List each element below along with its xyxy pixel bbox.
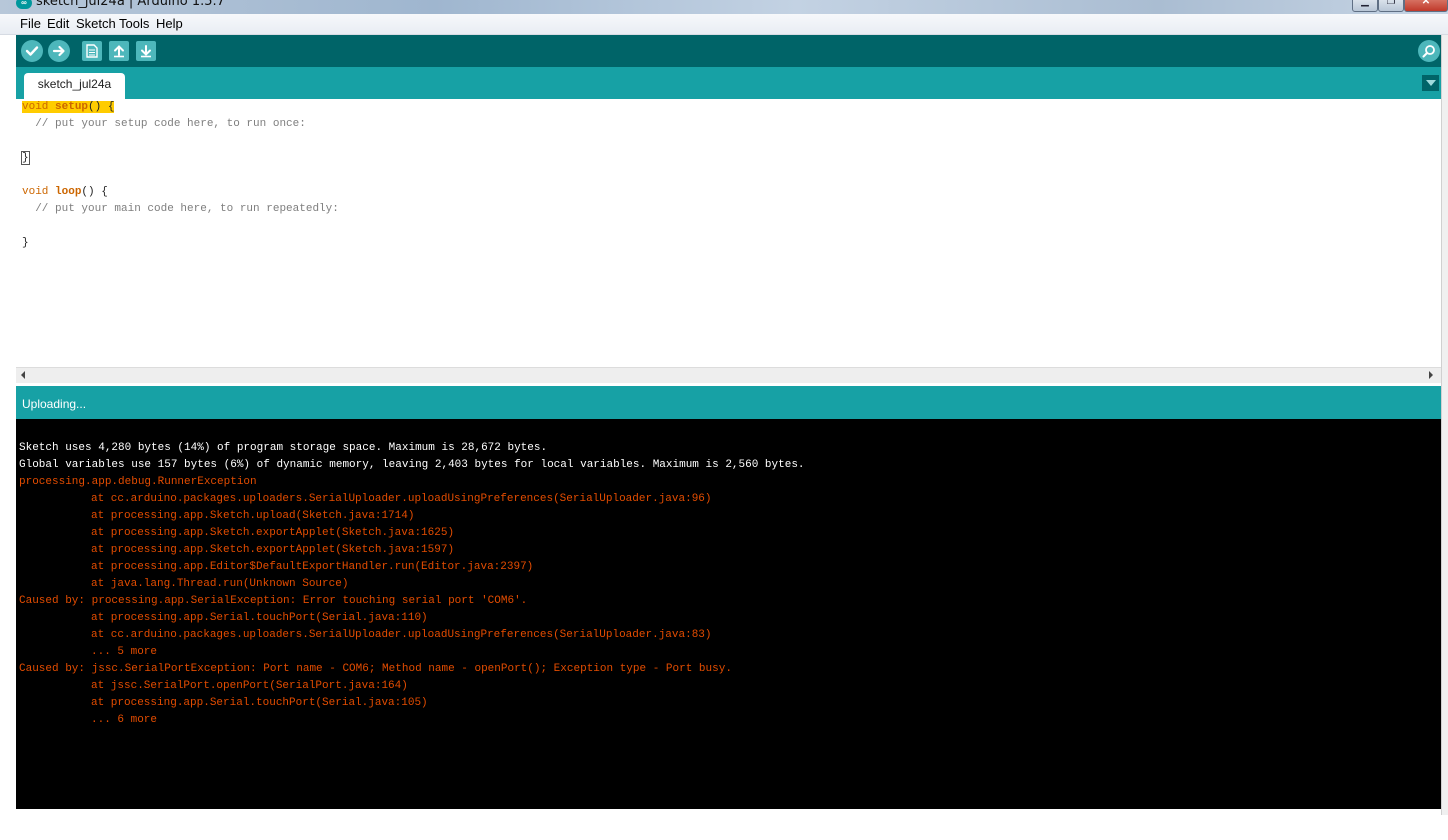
maximize-button[interactable]: ❐ xyxy=(1378,0,1404,12)
code-text: () { xyxy=(88,101,115,113)
triangle-down-icon xyxy=(1425,80,1436,86)
code-comment: // put your main code here, to run repea… xyxy=(22,203,339,215)
menu-help[interactable]: Help xyxy=(156,16,183,31)
console-line: at cc.arduino.packages.uploaders.SerialU… xyxy=(91,493,712,505)
console-line: processing.app.debug.RunnerException xyxy=(19,476,257,488)
upload-button[interactable] xyxy=(48,40,70,62)
status-bar: Uploading... xyxy=(16,386,1441,419)
console-line: at jssc.SerialPort.openPort(SerialPort.j… xyxy=(91,680,408,692)
code-line: } xyxy=(21,150,30,167)
menu-edit[interactable]: Edit xyxy=(47,16,69,31)
menu-file[interactable]: File xyxy=(20,16,41,31)
function-name: setup xyxy=(55,101,89,113)
arrow-down-icon xyxy=(141,45,151,58)
window-title: sketch_jul24a | Arduino 1.5.7 xyxy=(36,0,225,9)
console-line: ... 5 more xyxy=(91,646,158,658)
editor-horizontal-scrollbar[interactable] xyxy=(16,367,1441,384)
menu-bar: File Edit Sketch Tools Help xyxy=(0,14,1448,35)
tab-strip: sketch_jul24a xyxy=(16,67,1441,99)
console-line: at processing.app.Serial.touchPort(Seria… xyxy=(91,612,428,624)
code-line: void setup() { xyxy=(22,99,115,116)
close-button[interactable]: ✕ xyxy=(1404,0,1448,12)
console-line: Caused by: jssc.SerialPortException: Por… xyxy=(19,663,732,675)
console-line: at processing.app.Sketch.exportApplet(Sk… xyxy=(91,544,455,556)
keyword: void xyxy=(22,186,49,198)
console-line: at processing.app.Editor$DefaultExportHa… xyxy=(91,561,534,573)
scroll-right-icon[interactable] xyxy=(1429,371,1433,379)
new-sketch-button[interactable] xyxy=(82,41,102,61)
console-line: at java.lang.Thread.run(Unknown Source) xyxy=(91,578,349,590)
magnifier-icon xyxy=(1422,45,1435,58)
arduino-logo-icon: ∞ xyxy=(16,0,32,9)
console-line: Sketch uses 4,280 bytes (14%) of program… xyxy=(19,442,548,454)
code-line: void loop() { xyxy=(22,184,108,201)
console-line: Caused by: processing.app.SerialExceptio… xyxy=(19,595,528,607)
window-right-border xyxy=(1441,35,1448,815)
code-text: () { xyxy=(81,186,108,198)
status-text: Uploading... xyxy=(22,397,87,411)
minimize-button[interactable]: ▁ xyxy=(1352,0,1378,12)
verify-button[interactable] xyxy=(21,40,43,62)
window-title-bar: ∞ sketch_jul24a | Arduino 1.5.7 ▁ ❐ ✕ xyxy=(0,0,1448,14)
code-editor[interactable]: void setup() { // put your setup code he… xyxy=(16,99,1441,367)
serial-monitor-button[interactable] xyxy=(1418,40,1440,62)
arrow-right-icon xyxy=(52,45,65,57)
closing-brace: } xyxy=(22,237,29,249)
tab-sketch[interactable]: sketch_jul24a xyxy=(24,73,125,99)
toolbar xyxy=(16,35,1441,67)
console-line: at processing.app.Sketch.upload(Sketch.j… xyxy=(91,510,415,522)
menu-tools[interactable]: Tools xyxy=(119,16,149,31)
console-line: ... 6 more xyxy=(91,714,158,726)
keyword: void xyxy=(22,101,49,113)
console-output: Sketch uses 4,280 bytes (14%) of program… xyxy=(16,419,1441,809)
closing-brace: } xyxy=(21,151,30,165)
function-name: loop xyxy=(55,186,82,198)
menu-sketch[interactable]: Sketch xyxy=(76,16,116,31)
arrow-up-icon xyxy=(114,45,124,58)
console-line: Global variables use 157 bytes (6%) of d… xyxy=(19,459,805,471)
scroll-left-icon[interactable] xyxy=(21,371,25,379)
console-line: at processing.app.Sketch.exportApplet(Sk… xyxy=(91,527,455,539)
save-sketch-button[interactable] xyxy=(136,41,156,61)
code-comment: // put your setup code here, to run once… xyxy=(22,118,306,130)
new-file-icon xyxy=(86,44,98,58)
open-sketch-button[interactable] xyxy=(109,41,129,61)
checkmark-icon xyxy=(25,46,39,56)
console-line: at processing.app.Serial.touchPort(Seria… xyxy=(91,697,428,709)
console-line: at cc.arduino.packages.uploaders.SerialU… xyxy=(91,629,712,641)
tab-menu-button[interactable] xyxy=(1422,75,1439,91)
